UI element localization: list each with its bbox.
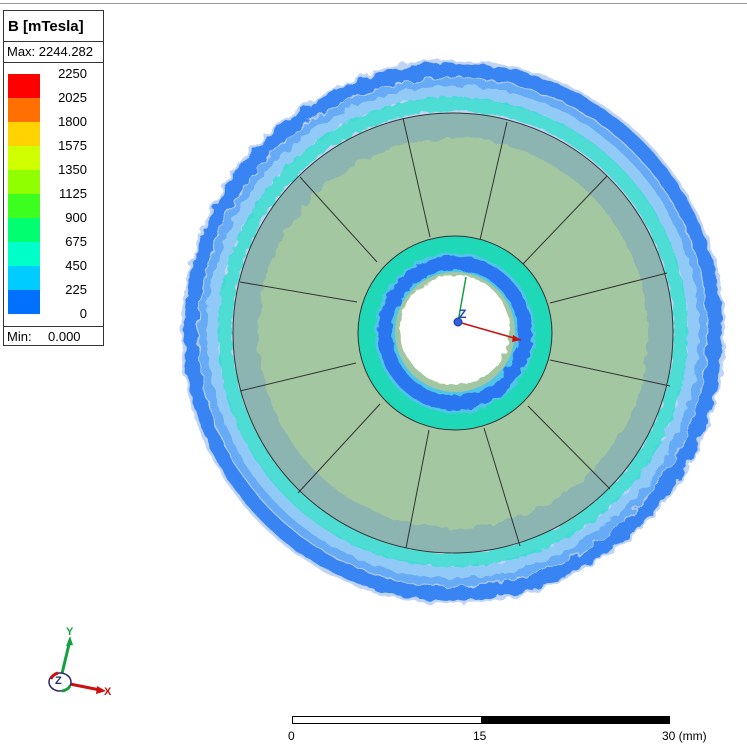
legend-level-label: 1350 [58,162,87,177]
scale-tick-15: 15 [473,729,487,743]
legend-level-label: 1125 [59,186,87,201]
orientation-triad: Y X Z [38,622,118,702]
legend-title: B [mTesla] [4,11,103,42]
legend-level-label: 2250 [58,66,87,81]
legend-max: Max: 2244.282 [4,42,103,63]
scale-segment-white [292,716,482,724]
bore [400,275,510,385]
triad-z-label: Z [55,675,62,687]
scale-bar: 0 15 30 (mm) [285,712,725,746]
field-viewport[interactable]: Z B [mTesla] Max: 2244.282 2250 2025 1800 1… [0,0,747,747]
color-legend[interactable]: B [mTesla] Max: 2244.282 2250 2025 1800 157… [3,10,104,346]
scale-tick-30: 30 (mm) [662,729,707,743]
legend-level-label: 2025 [58,90,87,105]
legend-min: Min: 0.000 [4,326,103,345]
legend-level-label: 1575 [58,138,87,153]
legend-level-label: 0 [79,306,87,321]
legend-level-label: 900 [65,210,87,225]
legend-level-label: 1800 [58,114,87,129]
legend-level-label: 225 [65,282,87,297]
triad-y-label: Y [66,626,74,638]
scale-tick-0: 0 [288,729,295,743]
legend-level-label: 675 [65,234,87,249]
origin-z-label: Z [459,307,466,321]
triad-x-label: X [104,686,112,698]
legend-min-value: 0.000 [48,329,81,344]
legend-level-label: 450 [65,258,87,273]
scale-segment-black [481,716,670,724]
legend-min-label: Min: [7,329,32,344]
